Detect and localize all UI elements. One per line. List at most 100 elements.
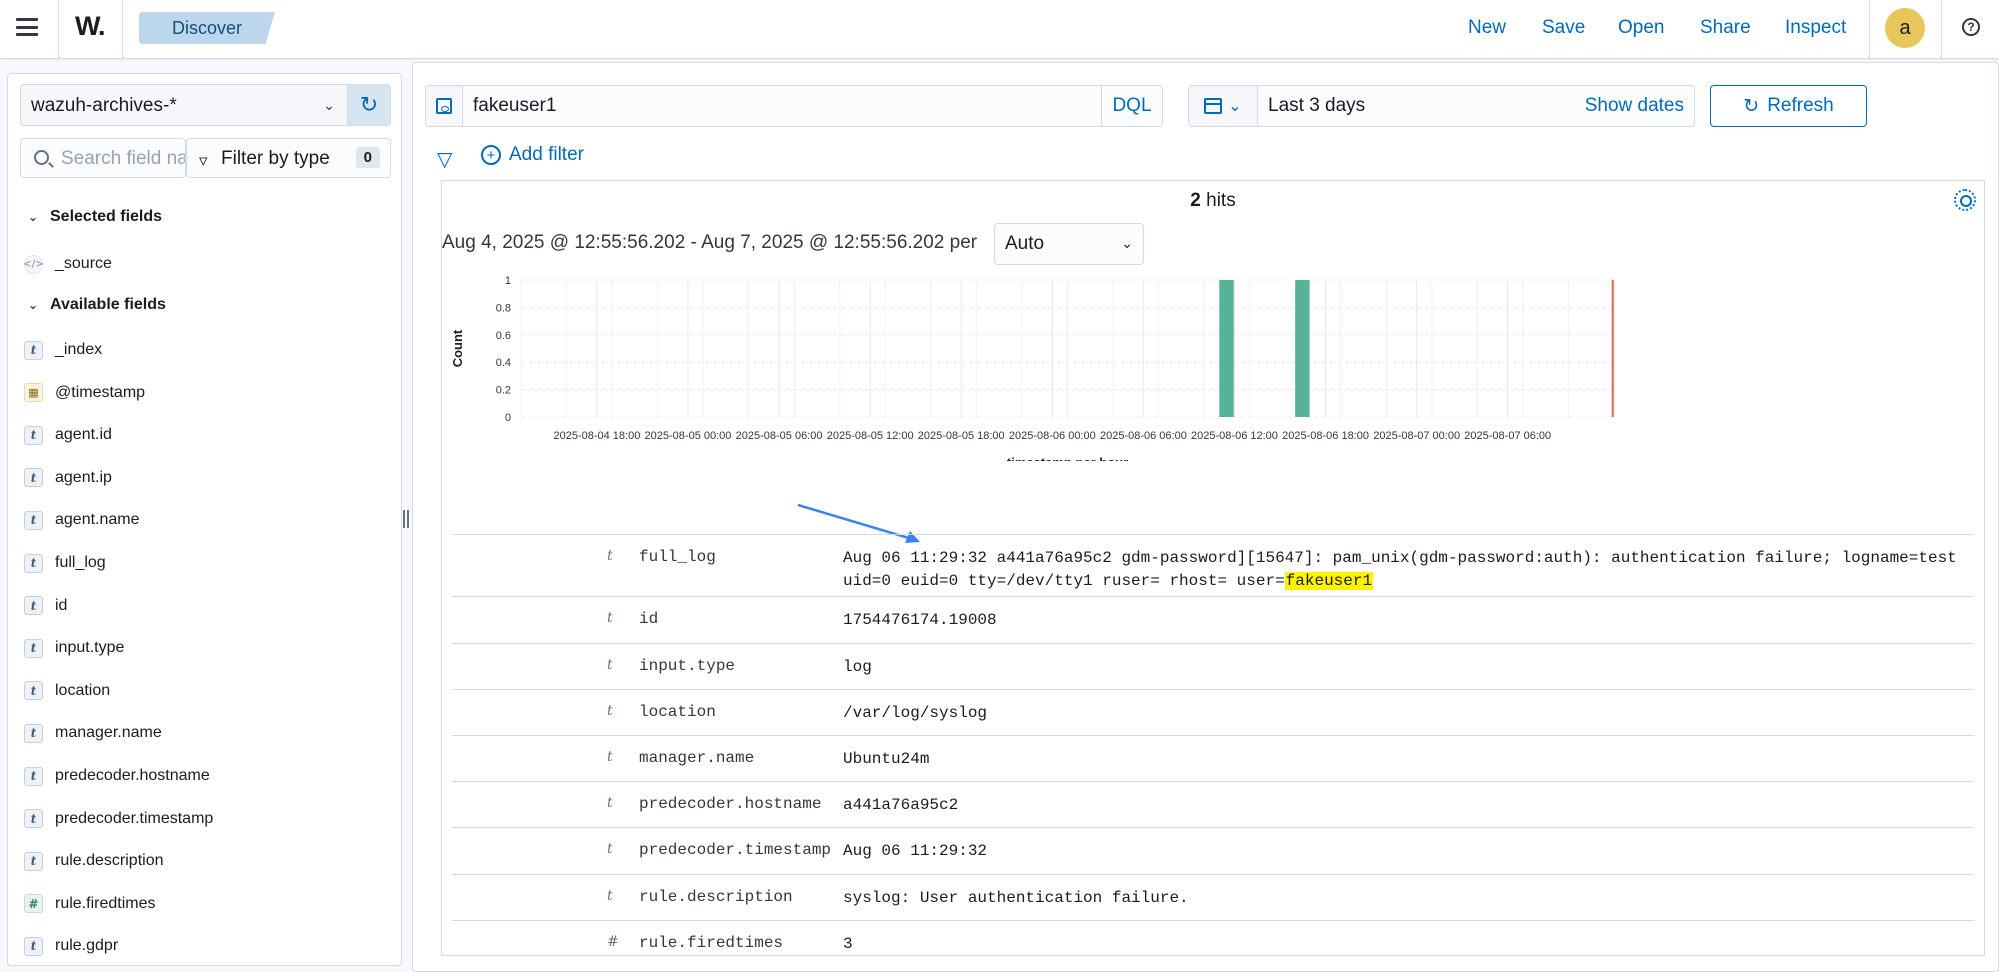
time-range-display[interactable]: Last 3 days Show dates <box>1257 85 1695 127</box>
y-tick-label: 0.2 <box>496 385 511 397</box>
filter-by-type-button[interactable]: ▿ Filter by type 0 <box>186 138 391 178</box>
y-tick-label: 0.4 <box>496 357 511 369</box>
field-item-predecoder-timestamp[interactable]: t predecoder.timestamp <box>24 807 213 831</box>
refresh-index-button[interactable]: ↻ <box>347 84 391 126</box>
filter-icon[interactable]: ▽ <box>437 147 452 172</box>
doc-field-name: location <box>639 703 716 721</box>
y-tick-label: 0.8 <box>496 302 511 314</box>
source-type-icon: </> <box>23 254 44 274</box>
histogram-chart: 0 0.2 0.4 0.6 0.8 1 2025-08-04 18:00 2025-08-05… <box>450 275 1615 461</box>
string-type-icon: t <box>24 809 43 829</box>
x-tick-label: 2025-08-06 12:00 <box>1191 430 1278 442</box>
breadcrumb-discover[interactable]: Discover <box>139 12 275 44</box>
string-type-icon: t <box>24 638 43 658</box>
menu-icon[interactable] <box>16 18 38 36</box>
string-type-icon: t <box>24 596 43 616</box>
string-type-icon: t <box>607 703 613 719</box>
field-name: manager.name <box>55 724 162 742</box>
help-icon[interactable]: ? <box>1962 18 1980 36</box>
field-item-rule-description[interactable]: t rule.description <box>24 849 164 873</box>
index-pattern-select[interactable]: wazuh-archives-* ⌄ <box>20 84 348 126</box>
field-item-full-log[interactable]: t full_log <box>24 551 106 575</box>
doc-row-location: t location/var/log/syslog <box>452 689 1974 735</box>
field-item-predecoder-hostname[interactable]: t predecoder.hostname <box>24 764 210 788</box>
refresh-icon: ↻ <box>1743 95 1760 117</box>
doc-row-input-type: t input.type log <box>452 643 1974 689</box>
add-filter-button[interactable]: + Add filter <box>481 144 584 166</box>
app-logo[interactable]: W. <box>75 11 105 42</box>
string-type-icon: t <box>607 888 613 904</box>
field-item-agent-id[interactable]: t agent.id <box>24 423 112 447</box>
field-item-rule-firedtimes[interactable]: # rule.firedtimes <box>24 892 155 916</box>
results-panel: 2 hits Aug 4, 2025 @ 12:55:56.202 - Aug … <box>441 180 1985 956</box>
field-item-agent-name[interactable]: t agent.name <box>24 508 140 532</box>
field-item-rule-gdpr[interactable]: t rule.gdpr <box>24 934 118 958</box>
saved-queries-button[interactable] <box>425 85 463 127</box>
x-tick-label: 2025-08-05 00:00 <box>645 430 732 442</box>
save-link[interactable]: Save <box>1542 17 1585 39</box>
selected-fields-header[interactable]: ⌄ Selected fields <box>28 208 162 226</box>
y-tick-label: 0.6 <box>496 330 511 342</box>
save-icon <box>436 98 452 114</box>
doc-field-name: input.type <box>639 657 736 675</box>
field-item-source[interactable]: </> _source <box>23 252 112 276</box>
doc-field-value: 1754476174.19008 <box>843 611 997 629</box>
show-dates-link[interactable]: Show dates <box>1585 95 1684 117</box>
field-name: rule.gdpr <box>55 937 119 955</box>
gear-icon[interactable] <box>1954 189 1976 211</box>
string-type-icon: t <box>24 766 43 786</box>
field-name: rule.description <box>55 852 164 870</box>
field-item-location[interactable]: t location <box>24 679 110 703</box>
doc-row-predecoder-hostname: t predecoder.hostname a441a76a95c2 <box>452 781 1974 827</box>
field-name: agent.id <box>55 426 112 444</box>
field-search-input[interactable]: Search field names <box>20 138 186 178</box>
interval-select[interactable]: Auto ⌄ <box>994 223 1144 265</box>
refresh-button[interactable]: ↻ Refresh <box>1710 85 1867 127</box>
y-tick-label: 1 <box>505 275 511 287</box>
inspect-link[interactable]: Inspect <box>1785 17 1846 39</box>
histogram-bar <box>1295 280 1310 417</box>
share-link[interactable]: Share <box>1700 17 1751 39</box>
query-input[interactable]: fakeuser1 <box>462 85 1102 127</box>
y-axis-label: Count <box>450 329 465 367</box>
y-tick-label: 0 <box>505 412 511 424</box>
time-range-value: Last 3 days <box>1268 95 1366 116</box>
field-item-input-type[interactable]: t input.type <box>24 636 124 660</box>
new-link[interactable]: New <box>1468 17 1506 39</box>
string-type-icon: t <box>24 510 43 530</box>
doc-field-name: predecoder.hostname <box>639 795 822 813</box>
date-type-icon: ▦ <box>24 383 43 403</box>
filter-icon: ▿ <box>199 151 208 170</box>
available-fields-header[interactable]: ⌄ Available fields <box>28 296 166 314</box>
chevron-down-icon: ⌄ <box>28 210 39 224</box>
chevron-down-icon: ⌄ <box>28 298 39 312</box>
field-item-timestamp[interactable]: ▦ @timestamp <box>24 381 145 405</box>
index-pattern-value: wazuh-archives-* <box>31 95 177 116</box>
doc-row-rule-description: t rule.description syslog: User authentica… <box>452 874 1974 920</box>
add-filter-label: Add filter <box>509 144 584 165</box>
doc-row-id: t id 1754476174.19008 <box>452 596 1974 643</box>
string-type-icon: t <box>607 795 613 811</box>
chevron-down-icon: ⌄ <box>1121 235 1133 251</box>
x-tick-label: 2025-08-05 18:00 <box>918 430 1005 442</box>
resize-handle[interactable] <box>403 510 409 528</box>
doc-field-name: predecoder.timestamp <box>639 841 832 859</box>
user-avatar[interactable]: a <box>1885 8 1925 48</box>
divider <box>58 0 59 59</box>
x-tick-label: 2025-08-05 12:00 <box>827 430 914 442</box>
field-item-index[interactable]: t _index <box>24 338 102 362</box>
field-name: predecoder.timestamp <box>55 809 214 827</box>
field-name: input.type <box>55 639 125 657</box>
string-type-icon: t <box>607 610 613 626</box>
date-range-text: Aug 4, 2025 @ 12:55:56.202 - Aug 7, 2025… <box>442 232 978 253</box>
field-name: full_log <box>55 554 106 571</box>
quick-select-button[interactable]: ⌄ <box>1188 85 1258 127</box>
field-item-agent-ip[interactable]: t agent.ip <box>24 466 112 490</box>
field-item-manager-name[interactable]: t manager.name <box>24 721 162 745</box>
x-tick-label: 2025-08-07 00:00 <box>1373 430 1460 442</box>
string-type-icon: t <box>607 657 613 673</box>
open-link[interactable]: Open <box>1618 17 1664 39</box>
field-item-id[interactable]: t id <box>24 594 67 618</box>
query-language-button[interactable]: DQL <box>1101 85 1163 127</box>
divider <box>1869 0 1870 59</box>
